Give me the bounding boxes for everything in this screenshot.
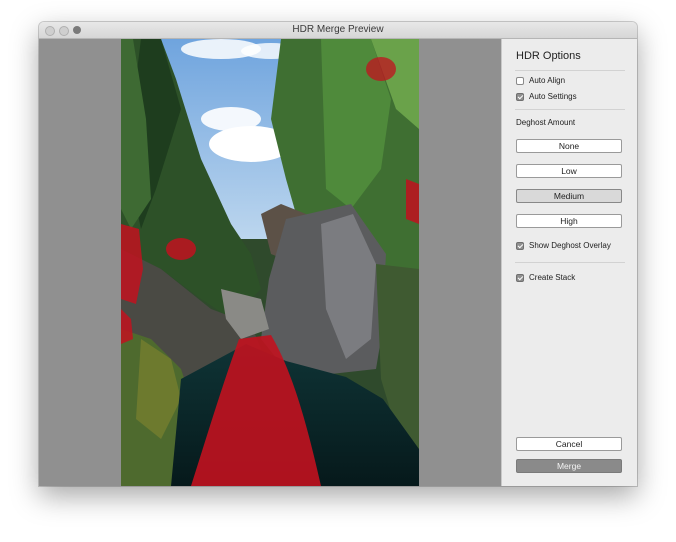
deghost-none-button[interactable]: None [516, 139, 622, 153]
show-deghost-overlay-label: Show Deghost Overlay [529, 241, 611, 250]
auto-settings-label: Auto Settings [529, 92, 577, 101]
hdr-merge-window: HDR Merge Preview HDR Options Auto Align… [39, 22, 637, 486]
auto-settings-checkbox[interactable]: Auto Settings [516, 92, 577, 101]
deghost-low-button[interactable]: Low [516, 164, 622, 178]
panel-title: HDR Options [516, 50, 581, 62]
divider [515, 70, 625, 71]
deghost-high-button[interactable]: High [516, 214, 622, 228]
create-stack-label: Create Stack [529, 273, 576, 282]
auto-align-label: Auto Align [529, 76, 566, 85]
deghost-amount-label: Deghost Amount [516, 118, 576, 127]
title-bar: HDR Merge Preview [39, 22, 637, 39]
window-title: HDR Merge Preview [292, 24, 384, 35]
preview-photo [121, 39, 419, 486]
cancel-button[interactable]: Cancel [516, 437, 622, 451]
hdr-options-panel: HDR Options Auto Align Auto Settings Deg… [501, 39, 637, 486]
show-deghost-overlay-checkbox-box[interactable] [516, 241, 524, 250]
auto-align-checkbox[interactable]: Auto Align [516, 76, 565, 85]
divider [515, 262, 625, 263]
show-deghost-overlay-checkbox[interactable]: Show Deghost Overlay [516, 241, 611, 250]
deghost-medium-button[interactable]: Medium [516, 189, 622, 203]
preview-pane [39, 39, 501, 486]
create-stack-checkbox[interactable]: Create Stack [516, 273, 575, 282]
merge-button[interactable]: Merge [516, 459, 622, 473]
auto-align-checkbox-box[interactable] [516, 76, 524, 85]
auto-settings-checkbox-box[interactable] [516, 92, 524, 101]
divider [515, 109, 625, 110]
create-stack-checkbox-box[interactable] [516, 273, 524, 282]
